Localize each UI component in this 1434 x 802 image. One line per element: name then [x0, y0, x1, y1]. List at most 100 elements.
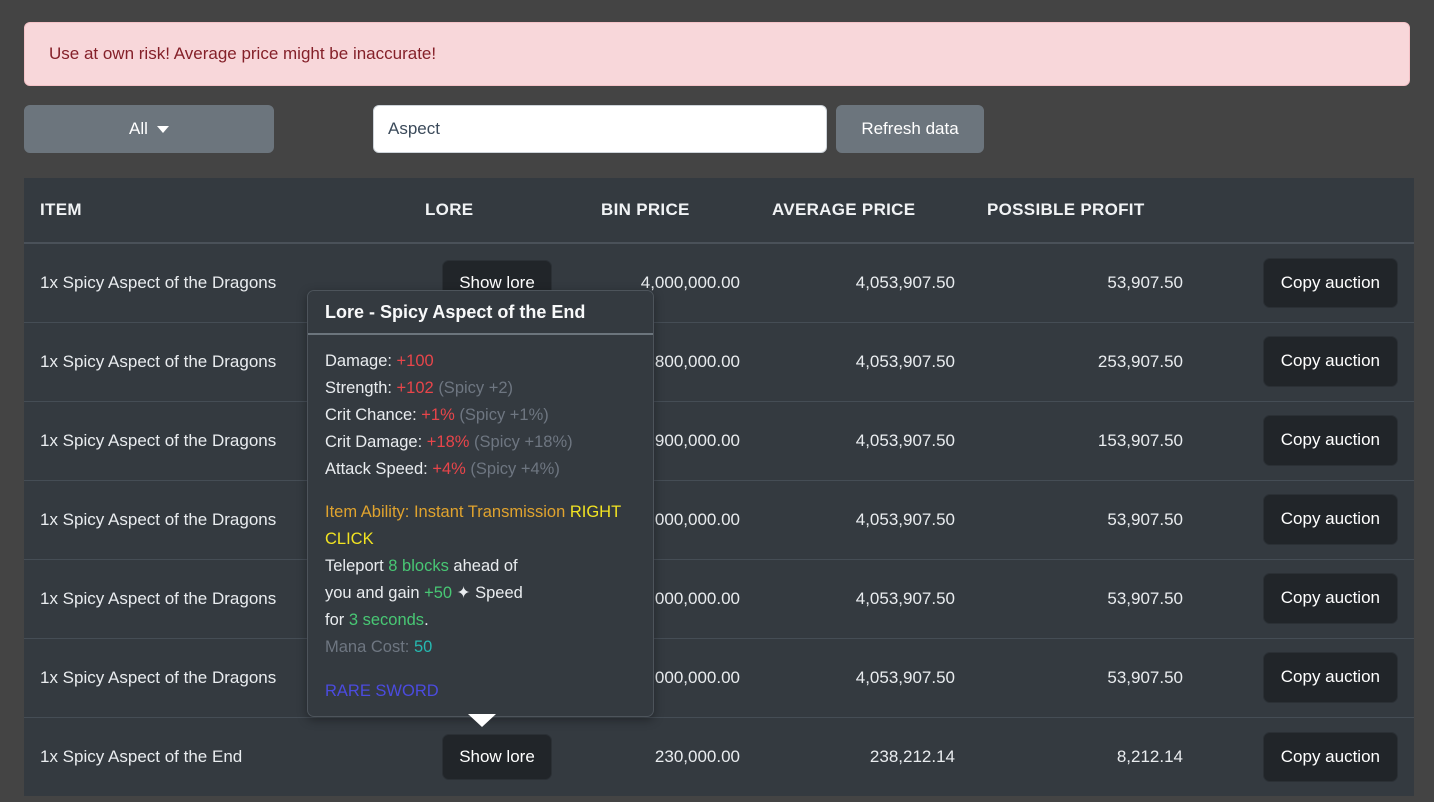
refresh-data-button[interactable]: Refresh data: [836, 105, 984, 153]
lore-text: Teleport: [325, 557, 389, 576]
filter-dropdown-label: All: [129, 119, 148, 138]
lore-highlight: 8 blocks: [388, 557, 449, 576]
lore-stat-value: +102: [396, 378, 434, 397]
lore-text: you and gain: [325, 584, 425, 603]
lore-ability-line-1: Teleport 8 blocks ahead of: [325, 553, 636, 580]
cell-item: 1x Spicy Aspect of the End: [24, 716, 409, 796]
lore-stat-bonus: (Spicy +2): [438, 378, 514, 397]
cell-actions: Copy auction: [1199, 558, 1414, 638]
lore-popover-body: Damage: +100 Strength: +102 (Spicy +2) C…: [308, 335, 653, 715]
lore-stat-value: +1%: [421, 405, 455, 424]
chevron-down-icon: [156, 125, 169, 133]
cell-possible-profit: 53,907.50: [971, 479, 1199, 559]
cell-average-price: 238,212.14: [756, 716, 971, 796]
cell-possible-profit: 8,212.14: [971, 716, 1199, 796]
cell-possible-profit: 153,907.50: [971, 400, 1199, 480]
cell-possible-profit: 53,907.50: [971, 558, 1199, 638]
lore-stat-bonus: (Spicy +1%): [459, 405, 549, 424]
filter-dropdown-button[interactable]: All: [24, 105, 274, 153]
table-row: 1x Spicy Aspect of the Dragons Show lore…: [24, 400, 1414, 480]
lore-popover-title: Lore - Spicy Aspect of the End: [308, 291, 653, 335]
cell-average-price: 4,053,907.50: [756, 479, 971, 559]
table-row: 1x Spicy Aspect of the End Show lore 230…: [24, 716, 1414, 796]
lore-stat-label: Strength:: [325, 378, 397, 397]
lore-ability-line-2: you and gain +50 ✦ Speed: [325, 580, 636, 607]
cell-average-price: 4,053,907.50: [756, 558, 971, 638]
cell-actions: Copy auction: [1199, 321, 1414, 401]
lore-text: ahead of: [448, 557, 518, 576]
cell-actions: Copy auction: [1199, 243, 1414, 322]
lore-ability-header: Item Ability: Instant Transmission RIGHT…: [325, 499, 636, 553]
table-row: 1x Spicy Aspect of the Dragons Show lore…: [24, 243, 1414, 322]
lore-spacer: [325, 482, 636, 499]
lore-highlight: 3 seconds: [348, 611, 425, 630]
lore-rarity: RARE SWORD: [325, 681, 439, 700]
search-input[interactable]: [373, 105, 827, 153]
column-header-bin-price[interactable]: BIN PRICE: [585, 178, 756, 244]
cell-actions: Copy auction: [1199, 716, 1414, 796]
cell-average-price: 4,053,907.50: [756, 321, 971, 401]
column-header-possible-profit[interactable]: POSSIBLE PROFIT: [971, 178, 1199, 244]
lore-stat-strength: Strength: +102 (Spicy +2): [325, 375, 636, 402]
lore-stat-damage: Damage: +100: [325, 348, 636, 375]
cell-actions: Copy auction: [1199, 400, 1414, 480]
cell-average-price: 4,053,907.50: [756, 400, 971, 480]
table-row: 1x Spicy Aspect of the Dragons Show lore…: [24, 637, 1414, 717]
lore-highlight: +50: [424, 584, 453, 603]
copy-auction-button[interactable]: Copy auction: [1262, 573, 1398, 624]
alert-message: Use at own risk! Average price might be …: [49, 44, 437, 63]
lore-text: ✦ Speed: [452, 584, 523, 603]
copy-auction-button[interactable]: Copy auction: [1262, 652, 1398, 703]
lore-popover: Lore - Spicy Aspect of the End Damage: +…: [307, 290, 654, 717]
table-row: 1x Spicy Aspect of the Dragons Show lore…: [24, 321, 1414, 401]
lore-stat-label: Crit Damage:: [325, 432, 427, 451]
controls-bar: All Refresh data: [24, 105, 1410, 155]
lore-mana-cost: Mana Cost: 50: [325, 634, 636, 661]
copy-auction-button[interactable]: Copy auction: [1262, 336, 1398, 387]
cell-lore: Show lore: [409, 716, 585, 796]
column-header-actions: [1199, 178, 1414, 244]
column-header-average-price[interactable]: AVERAGE PRICE: [756, 178, 971, 244]
lore-mana-value: 50: [413, 637, 433, 656]
cell-average-price: 4,053,907.50: [756, 637, 971, 717]
copy-auction-button[interactable]: Copy auction: [1262, 415, 1398, 466]
column-header-item[interactable]: ITEM: [24, 178, 409, 244]
lore-stat-attack-speed: Attack Speed: +4% (Spicy +4%): [325, 456, 636, 483]
copy-auction-button[interactable]: Copy auction: [1262, 494, 1398, 545]
column-header-lore[interactable]: LORE: [409, 178, 585, 244]
lore-stat-crit-damage: Crit Damage: +18% (Spicy +18%): [325, 429, 636, 456]
lore-stat-value: +100: [396, 352, 434, 370]
warning-alert: Use at own risk! Average price might be …: [24, 22, 1410, 86]
lore-ability-title: Item Ability: Instant Transmission: [325, 503, 570, 522]
copy-auction-button[interactable]: Copy auction: [1262, 731, 1398, 782]
cell-possible-profit: 253,907.50: [971, 321, 1199, 401]
table-row: 1x Spicy Aspect of the Dragons Show lore…: [24, 558, 1414, 638]
lore-stat-label: Crit Chance:: [325, 405, 422, 424]
cell-actions: Copy auction: [1199, 479, 1414, 559]
lore-text: for: [325, 611, 349, 630]
auction-table: ITEM LORE BIN PRICE AVERAGE PRICE POSSIB…: [24, 178, 1414, 796]
lore-stat-bonus: (Spicy +4%): [470, 459, 560, 478]
copy-auction-button[interactable]: Copy auction: [1262, 257, 1398, 308]
lore-stat-bonus: (Spicy +18%): [474, 432, 573, 451]
lore-stat-label: Damage:: [325, 352, 397, 370]
cell-actions: Copy auction: [1199, 637, 1414, 717]
cell-possible-profit: 53,907.50: [971, 637, 1199, 717]
cell-bin-price: 230,000.00: [585, 716, 756, 796]
lore-text: .: [424, 611, 429, 630]
table-row: 1x Spicy Aspect of the Dragons Show lore…: [24, 479, 1414, 559]
cell-average-price: 4,053,907.50: [855, 272, 955, 292]
lore-stat-value: +4%: [432, 459, 466, 478]
auction-table-container[interactable]: ITEM LORE BIN PRICE AVERAGE PRICE POSSIB…: [24, 178, 1414, 802]
show-lore-button[interactable]: Show lore: [442, 733, 552, 780]
lore-spacer: [325, 661, 636, 678]
lore-ability-line-3: for 3 seconds.: [325, 607, 636, 634]
table-header-row: ITEM LORE BIN PRICE AVERAGE PRICE POSSIB…: [24, 178, 1414, 244]
table-head: ITEM LORE BIN PRICE AVERAGE PRICE POSSIB…: [24, 178, 1414, 244]
app-root: Use at own risk! Average price might be …: [0, 0, 1434, 802]
lore-stat-crit-chance: Crit Chance: +1% (Spicy +1%): [325, 402, 636, 429]
lore-popover-arrow-icon: [468, 714, 496, 727]
cell-possible-profit: 53,907.50: [1107, 272, 1183, 292]
lore-stat-label: Attack Speed:: [325, 459, 433, 478]
lore-mana-label: Mana Cost:: [325, 637, 414, 656]
